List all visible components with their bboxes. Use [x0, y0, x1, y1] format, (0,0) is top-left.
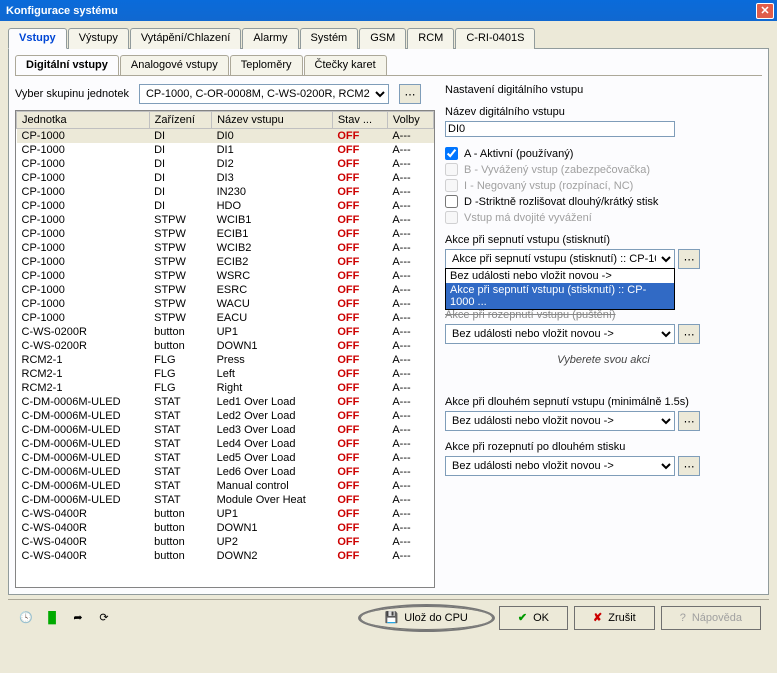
- tab-alarmy[interactable]: Alarmy: [242, 28, 298, 49]
- table-row[interactable]: CP-1000DIDI1OFFA---: [17, 143, 434, 157]
- check-B: B - Vyvážený vstup (zabezpečovačka): [445, 163, 762, 176]
- check-V: Vstup má dvojité vyvážení: [445, 211, 762, 224]
- inputs-table[interactable]: JednotkaZařízeníNázev vstupuStav ...Volb…: [15, 110, 435, 588]
- action-close-edit-icon[interactable]: ⋯: [678, 249, 700, 269]
- check-A[interactable]: A - Aktivní (používaný): [445, 147, 762, 160]
- table-row[interactable]: CP-1000DIDI2OFFA---: [17, 157, 434, 171]
- column-header[interactable]: Název vstupu: [212, 112, 333, 129]
- help-button[interactable]: ? Nápověda: [661, 606, 761, 630]
- table-row[interactable]: RCM2-1FLGRightOFFA---: [17, 381, 434, 395]
- action-close-dropdown[interactable]: Bez události nebo vložit novou -> Akce p…: [445, 268, 675, 310]
- action-long-release-label: Akce při rozepnutí po dlouhém stisku: [445, 441, 762, 453]
- table-row[interactable]: CP-1000DIIN230OFFA---: [17, 185, 434, 199]
- sub-tabs: Digitální vstupyAnalogové vstupyTeploměr…: [15, 55, 762, 76]
- action-long-label: Akce při dlouhém sepnutí vstupu (minimál…: [445, 396, 762, 408]
- group-selector-label: Vyber skupinu jednotek: [15, 88, 129, 100]
- flag-icon[interactable]: ▐▌: [42, 608, 62, 628]
- table-row[interactable]: CP-1000STPWESRCOFFA---: [17, 283, 434, 297]
- table-row[interactable]: CP-1000DIDI3OFFA---: [17, 171, 434, 185]
- action-long-edit-icon[interactable]: ⋯: [678, 411, 700, 431]
- table-row[interactable]: CP-1000STPWECIB1OFFA---: [17, 227, 434, 241]
- save-cpu-button[interactable]: 💾 Ulož do CPU: [360, 606, 493, 630]
- footer-toolbar: 🕓 ▐▌ ➦ ⟳ 💾 Ulož do CPU ✔ OK ✘ Zrušit ? N…: [8, 599, 769, 635]
- tab-gsm[interactable]: GSM: [359, 28, 406, 49]
- close-icon[interactable]: ✕: [756, 3, 774, 19]
- action-open-select[interactable]: Bez události nebo vložit novou ->: [445, 324, 675, 344]
- column-header[interactable]: Stav ...: [332, 112, 387, 129]
- tab-výstupy[interactable]: Výstupy: [68, 28, 129, 49]
- table-row[interactable]: C-WS-0400RbuttonUP2OFFA---: [17, 535, 434, 549]
- table-row[interactable]: C-WS-0400RbuttonDOWN2OFFA---: [17, 549, 434, 563]
- subtab-3[interactable]: Čtečky karet: [304, 55, 387, 75]
- table-row[interactable]: RCM2-1FLGPressOFFA---: [17, 353, 434, 367]
- table-row[interactable]: C-WS-0400RbuttonUP1OFFA---: [17, 507, 434, 521]
- group-selector[interactable]: CP-1000, C-OR-0008M, C-WS-0200R, RCM2-1,…: [139, 84, 389, 104]
- dropdown-option[interactable]: Akce při sepnutí vstupu (stisknutí) :: C…: [446, 283, 674, 309]
- refresh-icon[interactable]: ⟳: [94, 608, 114, 628]
- table-row[interactable]: CP-1000STPWECIB2OFFA---: [17, 255, 434, 269]
- ok-button[interactable]: ✔ OK: [499, 606, 568, 630]
- subtab-2[interactable]: Teploměry: [230, 55, 303, 75]
- table-row[interactable]: C-DM-0006M-ULEDSTATLed4 Over LoadOFFA---: [17, 437, 434, 451]
- action-long-release-select[interactable]: Bez události nebo vložit novou ->: [445, 456, 675, 476]
- tab-systém[interactable]: Systém: [300, 28, 359, 49]
- table-row[interactable]: C-WS-0400RbuttonDOWN1OFFA---: [17, 521, 434, 535]
- table-row[interactable]: C-DM-0006M-ULEDSTATLed3 Over LoadOFFA---: [17, 423, 434, 437]
- table-row[interactable]: CP-1000STPWEACUOFFA---: [17, 311, 434, 325]
- table-row[interactable]: CP-1000DIHDOOFFA---: [17, 199, 434, 213]
- action-long-select[interactable]: Bez události nebo vložit novou ->: [445, 411, 675, 431]
- action-close-select[interactable]: Akce při sepnutí vstupu (stisknutí) :: C…: [445, 249, 675, 269]
- table-row[interactable]: CP-1000DIDI0OFFA---: [17, 129, 434, 144]
- column-header[interactable]: Volby: [387, 112, 433, 129]
- hint-text: Vyberete svou akci: [445, 354, 762, 366]
- dropdown-option[interactable]: Bez události nebo vložit novou ->: [446, 269, 674, 283]
- tab-vytápění/chlazení[interactable]: Vytápění/Chlazení: [130, 28, 241, 49]
- subtab-1[interactable]: Analogové vstupy: [120, 55, 229, 75]
- window-title: Konfigurace systému: [6, 5, 118, 17]
- table-row[interactable]: CP-1000STPWWSRCOFFA---: [17, 269, 434, 283]
- group-selector-edit-icon[interactable]: ⋯: [399, 84, 421, 104]
- table-row[interactable]: C-DM-0006M-ULEDSTATLed2 Over LoadOFFA---: [17, 409, 434, 423]
- table-row[interactable]: RCM2-1FLGLeftOFFA---: [17, 367, 434, 381]
- table-row[interactable]: CP-1000STPWWCIB1OFFA---: [17, 213, 434, 227]
- table-row[interactable]: C-DM-0006M-ULEDSTATLed1 Over LoadOFFA---: [17, 395, 434, 409]
- table-row[interactable]: C-DM-0006M-ULEDSTATLed5 Over LoadOFFA---: [17, 451, 434, 465]
- table-row[interactable]: C-DM-0006M-ULEDSTATModule Over HeatOFFA-…: [17, 493, 434, 507]
- table-row[interactable]: C-DM-0006M-ULEDSTATLed6 Over LoadOFFA---: [17, 465, 434, 479]
- table-row[interactable]: CP-1000STPWWACUOFFA---: [17, 297, 434, 311]
- action-close-label: Akce při sepnutí vstupu (stisknutí): [445, 234, 762, 246]
- action-open-edit-icon[interactable]: ⋯: [678, 324, 700, 344]
- column-header[interactable]: Zařízení: [149, 112, 211, 129]
- tab-vstupy[interactable]: Vstupy: [8, 28, 67, 49]
- check-I: I - Negovaný vstup (rozpínací, NC): [445, 179, 762, 192]
- name-input-label: Název digitálního vstupu: [445, 106, 762, 118]
- subtab-0[interactable]: Digitální vstupy: [15, 55, 119, 75]
- export-icon[interactable]: ➦: [68, 608, 88, 628]
- column-header[interactable]: Jednotka: [17, 112, 150, 129]
- clock-icon[interactable]: 🕓: [16, 608, 36, 628]
- table-row[interactable]: C-WS-0200RbuttonDOWN1OFFA---: [17, 339, 434, 353]
- action-long-release-edit-icon[interactable]: ⋯: [678, 456, 700, 476]
- settings-header: Nastavení digitálního vstupu: [445, 84, 762, 96]
- action-open-label: Akce při rozepnutí vstupu (puštění): [445, 309, 762, 321]
- titlebar: Konfigurace systému ✕: [0, 0, 777, 21]
- tab-rcm[interactable]: RCM: [407, 28, 454, 49]
- table-row[interactable]: C-WS-0200RbuttonUP1OFFA---: [17, 325, 434, 339]
- check-D[interactable]: D -Striktně rozlišovat dlouhý/krátký sti…: [445, 195, 762, 208]
- name-input[interactable]: [445, 121, 675, 137]
- tab-c-ri-0401s[interactable]: C-RI-0401S: [455, 28, 535, 49]
- table-row[interactable]: CP-1000STPWWCIB2OFFA---: [17, 241, 434, 255]
- table-row[interactable]: C-DM-0006M-ULEDSTATManual controlOFFA---: [17, 479, 434, 493]
- main-tabs: VstupyVýstupyVytápění/ChlazeníAlarmySyst…: [8, 27, 769, 49]
- cancel-button[interactable]: ✘ Zrušit: [574, 606, 655, 630]
